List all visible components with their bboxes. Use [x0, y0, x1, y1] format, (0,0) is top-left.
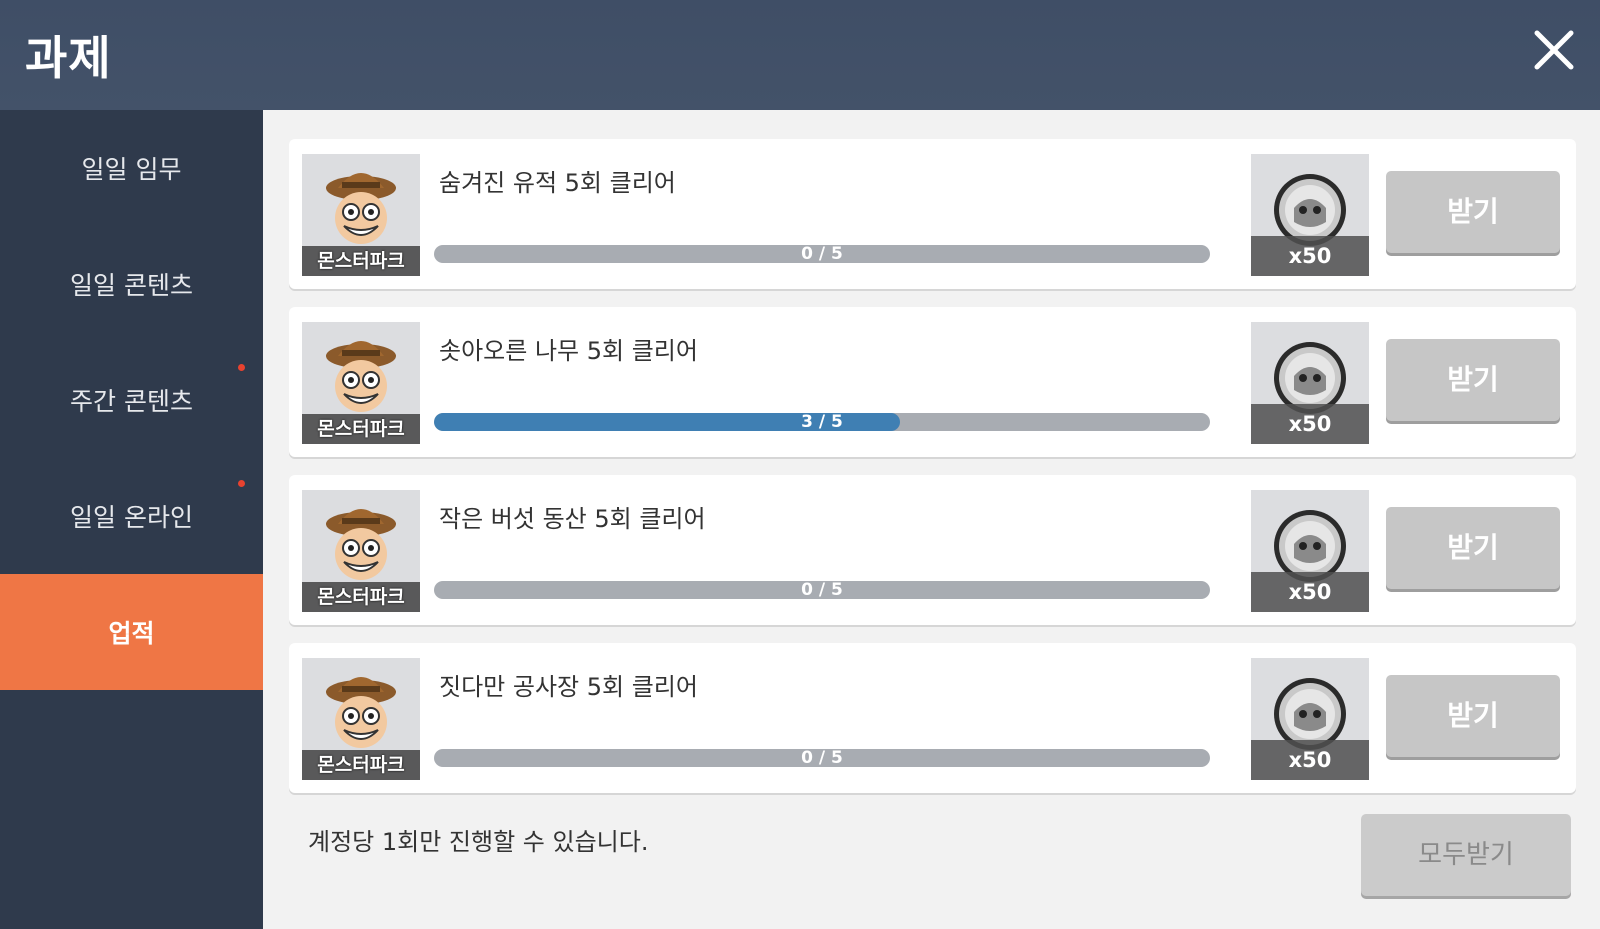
icon-caption: 몬스터파크 — [302, 246, 420, 276]
claim-button[interactable]: 받기 — [1386, 171, 1560, 253]
reward-quantity: x50 — [1251, 236, 1369, 276]
task-title: 작은 버섯 동산 5회 클리어 — [439, 505, 706, 533]
progress-text: 0 / 5 — [801, 581, 843, 599]
reward-item: x50 — [1251, 322, 1369, 444]
reward-item: x50 — [1251, 154, 1369, 276]
progress-text: 0 / 5 — [801, 245, 843, 263]
task-card: 몬스터파크 짓다만 공사장 5회 클리어 0 / 5 x50 받기 — [289, 643, 1576, 793]
sidebar-item-daily-content[interactable]: 일일 콘텐츠 — [0, 226, 263, 342]
task-title: 짓다만 공사장 5회 클리어 — [439, 673, 698, 701]
sidebar-item-label: 일일 온라인 — [70, 503, 193, 532]
task-list: 몬스터파크 숨겨진 유적 5회 클리어 0 / 5 x50 받기 몬스터파크 솟… — [263, 110, 1600, 929]
reward-item: x50 — [1251, 490, 1369, 612]
reward-quantity: x50 — [1251, 740, 1369, 780]
reward-quantity: x50 — [1251, 404, 1369, 444]
close-icon[interactable] — [1530, 26, 1578, 74]
sidebar-item-achievements[interactable]: 업적 — [0, 574, 263, 690]
notification-dot — [238, 364, 245, 371]
reward-quantity: x50 — [1251, 572, 1369, 612]
icon-caption: 몬스터파크 — [302, 414, 420, 444]
task-title: 숨겨진 유적 5회 클리어 — [439, 169, 676, 197]
page-title: 과제 — [25, 31, 112, 85]
task-card: 몬스터파크 숨겨진 유적 5회 클리어 0 / 5 x50 받기 — [289, 139, 1576, 289]
sidebar-item-label: 일일 콘텐츠 — [70, 271, 193, 300]
claim-button[interactable]: 받기 — [1386, 507, 1560, 589]
sidebar-item-daily-online[interactable]: 일일 온라인 — [0, 458, 263, 574]
task-card: 몬스터파크 솟아오른 나무 5회 클리어 3 / 5 x50 받기 — [289, 307, 1576, 457]
task-title: 솟아오른 나무 5회 클리어 — [439, 337, 698, 365]
monster-park-npc-icon: 몬스터파크 — [302, 322, 420, 444]
claim-all-button[interactable]: 모두받기 — [1361, 814, 1571, 896]
sidebar-item-label: 일일 임무 — [81, 155, 182, 184]
sidebar-item-weekly-content[interactable]: 주간 콘텐츠 — [0, 342, 263, 458]
claim-button[interactable]: 받기 — [1386, 675, 1560, 757]
progress-bar: 3 / 5 — [434, 413, 1210, 431]
icon-caption: 몬스터파크 — [302, 582, 420, 612]
monster-park-npc-icon: 몬스터파크 — [302, 490, 420, 612]
sidebar-item-daily-mission[interactable]: 일일 임무 — [0, 110, 263, 226]
sidebar-item-label: 주간 콘텐츠 — [70, 387, 193, 416]
progress-text: 3 / 5 — [801, 413, 843, 431]
progress-bar: 0 / 5 — [434, 749, 1210, 767]
progress-text: 0 / 5 — [801, 749, 843, 767]
sidebar: 일일 임무 일일 콘텐츠 주간 콘텐츠 일일 온라인 업적 — [0, 110, 263, 929]
task-card: 몬스터파크 작은 버섯 동산 5회 클리어 0 / 5 x50 받기 — [289, 475, 1576, 625]
icon-caption: 몬스터파크 — [302, 750, 420, 780]
sidebar-item-label: 업적 — [108, 619, 155, 648]
progress-bar: 0 / 5 — [434, 581, 1210, 599]
monster-park-npc-icon: 몬스터파크 — [302, 154, 420, 276]
progress-bar: 0 / 5 — [434, 245, 1210, 263]
reward-item: x50 — [1251, 658, 1369, 780]
monster-park-npc-icon: 몬스터파크 — [302, 658, 420, 780]
notification-dot — [238, 480, 245, 487]
footer-note: 계정당 1회만 진행할 수 있습니다. — [308, 828, 649, 856]
header: 과제 — [0, 0, 1600, 110]
claim-button[interactable]: 받기 — [1386, 339, 1560, 421]
